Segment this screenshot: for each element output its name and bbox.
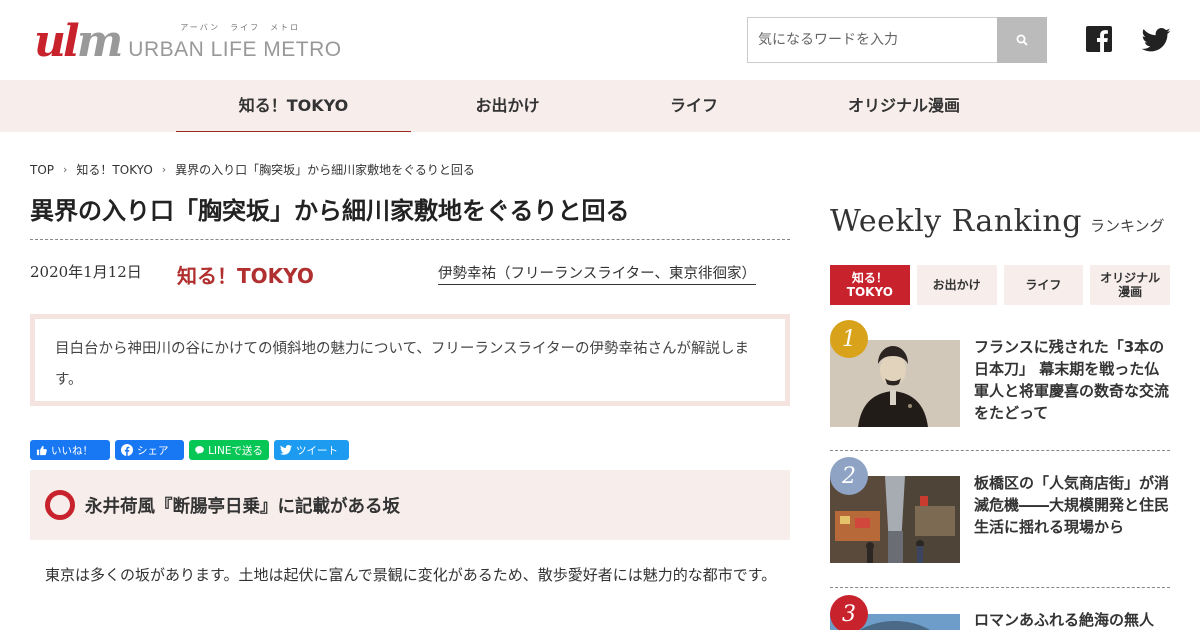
rank-badge: 1 xyxy=(830,320,868,358)
facebook-link[interactable] xyxy=(1086,26,1112,56)
article-body: 東京は多くの坂があります。土地は起伏に富んで景観に変化があるため、散歩愛好者には… xyxy=(30,566,777,584)
ranking-item-title: フランスに残された「3本の日本刀」 幕末期を戦った仏軍人と将軍慶喜の数奇な交流を… xyxy=(974,338,1170,422)
breadcrumb-category[interactable]: 知る！TOKYO xyxy=(76,161,152,178)
section-title: 永井荷風『断腸亭日乗』に記載がある坂 xyxy=(85,496,400,517)
line-label: LINEで送る xyxy=(208,444,263,457)
search-icon xyxy=(1016,34,1028,46)
chevron-right-icon: › xyxy=(161,163,167,176)
nav-item-original-manga[interactable]: オリジナル漫画 xyxy=(830,80,978,132)
ranking-item[interactable]: 1 フランスに残された「3本の日本刀」 幕末期を戦った仏軍人と将軍慶喜の数奇な交… xyxy=(830,320,1170,430)
article-author[interactable]: 伊勢幸祐（フリーランスライター、東京徘徊家） xyxy=(438,262,756,285)
site-header: ulm アーバン ライフ メトロ URBAN LIFE METRO xyxy=(0,0,1200,80)
divider xyxy=(830,587,1170,588)
article-summary: 目白台から神田川の谷にかけての傾斜地の魅力について、フリーランスライターの伊勢幸… xyxy=(30,314,790,406)
article-title: 異界の入り口「胸突坂」から細川家敷地をぐるりと回る xyxy=(30,195,790,240)
search-input[interactable] xyxy=(747,17,997,63)
twitter-link[interactable] xyxy=(1141,28,1171,56)
line-icon xyxy=(195,446,204,455)
tweet-button[interactable]: ツイート xyxy=(274,440,349,460)
rank-badge: 3 xyxy=(830,595,868,630)
section-heading: 永井荷風『断腸亭日乗』に記載がある坂 xyxy=(30,470,790,540)
search-box xyxy=(747,17,1047,63)
site-logo[interactable]: ulm アーバン ライフ メトロ URBAN LIFE METRO xyxy=(34,14,341,67)
ranking-subtitle: ランキング xyxy=(1090,217,1165,235)
ranking-tab-label: お出かけ xyxy=(932,278,981,292)
logo-mark: ulm xyxy=(34,16,123,67)
ranking-tab-label: ライフ xyxy=(1025,278,1062,292)
line-share-button[interactable]: LINEで送る xyxy=(189,440,269,460)
main-nav: 知る！TOKYO お出かけ ライフ オリジナル漫画 xyxy=(0,80,1200,132)
thumbs-up-icon xyxy=(36,445,47,455)
share-label: シェア xyxy=(137,444,169,457)
breadcrumb: TOP › 知る！TOKYO › 異界の入り口「胸突坂」から細川家敷地をぐるりと… xyxy=(30,161,475,178)
facebook-like-button[interactable]: いいね！ xyxy=(30,440,110,460)
nav-item-life[interactable]: ライフ xyxy=(630,80,758,132)
ranking-tab-odekake[interactable]: お出かけ xyxy=(916,265,997,305)
divider xyxy=(830,450,1170,451)
ranking-title: Weekly Ranking xyxy=(830,204,1082,239)
facebook-icon xyxy=(1086,26,1112,52)
ranking-tabs: 知る！ TOKYO お出かけ ライフ オリジナル 漫画 xyxy=(830,265,1170,305)
tweet-label: ツイート xyxy=(296,444,338,457)
facebook-share-button[interactable]: シェア xyxy=(115,440,184,460)
twitter-icon xyxy=(280,445,292,455)
ranking-tab-life[interactable]: ライフ xyxy=(1003,265,1084,305)
nav-item-odekake[interactable]: お出かけ xyxy=(440,80,575,132)
ranking-item-title: ロマンあふれる絶海の無人 xyxy=(974,611,1155,629)
chevron-right-icon: › xyxy=(63,163,68,176)
ranking-item-title: 板橋区の「人気商店街」が消滅危機――大規模開発と住民生活に揺れる現場から xyxy=(974,474,1170,536)
ranking-tab-label: 知る！ TOKYO xyxy=(846,271,893,299)
ranking-tab-shiru-tokyo[interactable]: 知る！ TOKYO xyxy=(830,265,910,305)
breadcrumb-top[interactable]: TOP xyxy=(30,163,54,177)
ranking-tab-label: オリジナル 漫画 xyxy=(1100,271,1161,299)
share-buttons: いいね！ シェア LINEで送る ツイート xyxy=(30,440,349,460)
article-date: 2020年1月12日 xyxy=(30,263,142,281)
logo-text: URBAN LIFE METRO xyxy=(128,38,342,61)
twitter-icon xyxy=(1141,28,1171,52)
circle-marker-icon xyxy=(45,490,75,520)
nav-item-shiru-tokyo[interactable]: 知る！TOKYO xyxy=(176,80,411,132)
article-category[interactable]: 知る！TOKYO xyxy=(177,260,314,289)
logo-ruby: アーバン ライフ メトロ xyxy=(180,23,301,32)
ranking-item[interactable]: 3 ロマンあふれる絶海の無人 xyxy=(830,595,1170,630)
breadcrumb-current: 異界の入り口「胸突坂」から細川家敷地をぐるりと回る xyxy=(175,163,475,177)
like-label: いいね！ xyxy=(51,444,93,457)
rank-badge: 2 xyxy=(830,457,868,495)
ranking-item[interactable]: 2 板橋区の「人気商店街」が消滅危機――大規模開発と住民生活に揺れる現場から xyxy=(830,457,1170,567)
ranking-tab-original-manga[interactable]: オリジナル 漫画 xyxy=(1090,265,1170,305)
facebook-icon xyxy=(121,444,133,456)
search-button[interactable] xyxy=(997,17,1047,63)
